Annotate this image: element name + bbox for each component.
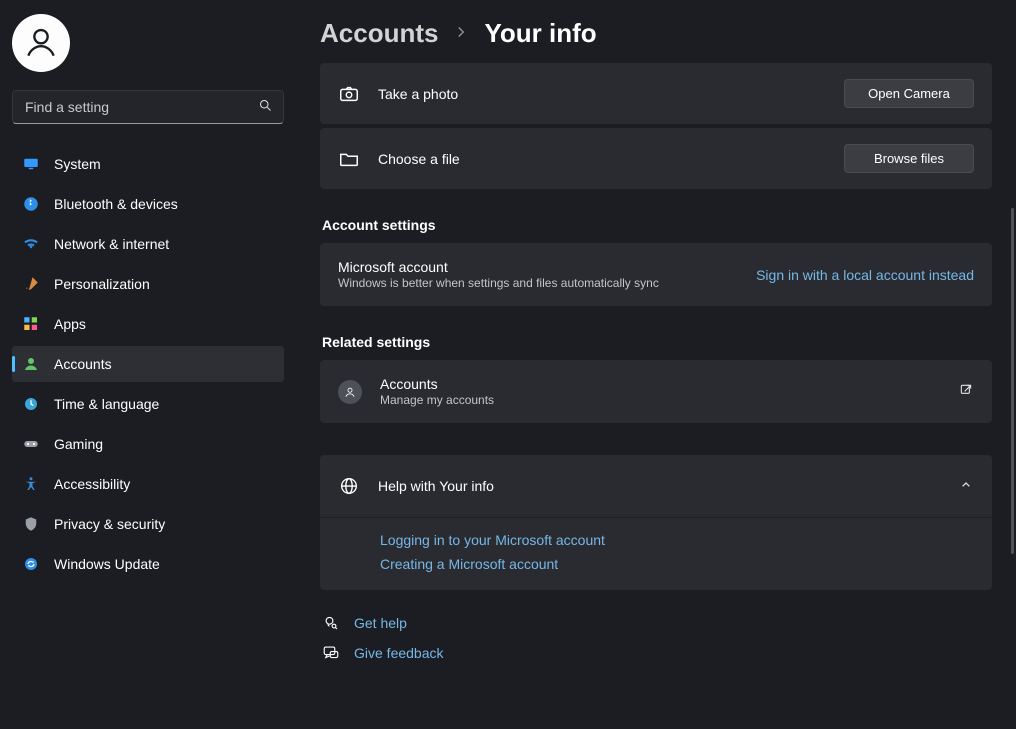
gamepad-icon [22, 435, 40, 453]
choose-file-card: Choose a file Browse files [320, 128, 992, 189]
microsoft-account-card: Microsoft account Windows is better when… [320, 243, 992, 306]
ms-account-title: Microsoft account [338, 259, 738, 275]
sidebar-item-label: Bluetooth & devices [54, 196, 178, 212]
sidebar-item-system[interactable]: System [12, 146, 284, 182]
sidebar-item-accounts[interactable]: Accounts [12, 346, 284, 382]
give-feedback-link[interactable]: Give feedback [320, 642, 992, 664]
help-panel-header[interactable]: Help with Your info [320, 455, 992, 517]
globe-icon [338, 475, 360, 497]
camera-icon [338, 83, 360, 105]
sidebar-item-label: System [54, 156, 101, 172]
accessibility-icon [22, 475, 40, 493]
sidebar-item-label: Windows Update [54, 556, 160, 572]
give-feedback-label: Give feedback [354, 645, 444, 661]
breadcrumb: Accounts Your info [320, 18, 992, 49]
search-icon [258, 98, 273, 116]
related-settings-heading: Related settings [322, 334, 992, 350]
help-link-login-ms[interactable]: Logging in to your Microsoft account [380, 532, 974, 548]
clock-icon [22, 395, 40, 413]
monitor-icon [22, 155, 40, 173]
bluetooth-icon [22, 195, 40, 213]
help-panel: Help with Your info Logging in to your M… [320, 455, 992, 590]
sidebar: System Bluetooth & devices Network & int… [0, 0, 296, 729]
help-icon [322, 614, 340, 632]
avatar[interactable] [12, 14, 70, 72]
help-panel-title: Help with Your info [378, 478, 940, 494]
sidebar-item-bluetooth[interactable]: Bluetooth & devices [12, 186, 284, 222]
apps-icon [22, 315, 40, 333]
main-content: Accounts Your info Take a photo Open Cam… [296, 0, 1016, 729]
external-link-icon [958, 382, 974, 401]
sign-in-local-link[interactable]: Sign in with a local account instead [756, 267, 974, 283]
search-input[interactable] [23, 98, 258, 116]
sidebar-item-accessibility[interactable]: Accessibility [12, 466, 284, 502]
sidebar-item-personalization[interactable]: Personalization [12, 266, 284, 302]
chevron-up-icon [958, 477, 974, 496]
sidebar-item-label: Time & language [54, 396, 159, 412]
sidebar-item-label: Personalization [54, 276, 150, 292]
take-photo-label: Take a photo [378, 86, 826, 102]
search-box[interactable] [12, 90, 284, 124]
sidebar-nav: System Bluetooth & devices Network & int… [12, 146, 284, 582]
sidebar-item-privacy[interactable]: Privacy & security [12, 506, 284, 542]
help-links: Logging in to your Microsoft account Cre… [320, 517, 992, 590]
feedback-icon [322, 644, 340, 662]
sidebar-item-apps[interactable]: Apps [12, 306, 284, 342]
breadcrumb-current: Your info [484, 18, 596, 49]
scrollbar[interactable] [1011, 208, 1014, 554]
wifi-icon [22, 235, 40, 253]
refresh-icon [22, 555, 40, 573]
sidebar-item-label: Apps [54, 316, 86, 332]
related-accounts-subtitle: Manage my accounts [380, 393, 940, 407]
sidebar-item-time-language[interactable]: Time & language [12, 386, 284, 422]
person-icon [22, 355, 40, 373]
sidebar-item-label: Network & internet [54, 236, 169, 252]
sidebar-item-gaming[interactable]: Gaming [12, 426, 284, 462]
shield-icon [22, 515, 40, 533]
get-help-label: Get help [354, 615, 407, 631]
open-camera-button[interactable]: Open Camera [844, 79, 974, 108]
account-settings-heading: Account settings [322, 217, 992, 233]
breadcrumb-parent[interactable]: Accounts [320, 18, 438, 49]
ms-account-subtitle: Windows is better when settings and file… [338, 276, 738, 290]
brush-icon [22, 275, 40, 293]
help-link-create-ms[interactable]: Creating a Microsoft account [380, 556, 974, 572]
take-photo-card: Take a photo Open Camera [320, 63, 992, 124]
sidebar-item-label: Gaming [54, 436, 103, 452]
sidebar-item-label: Accessibility [54, 476, 130, 492]
sidebar-item-update[interactable]: Windows Update [12, 546, 284, 582]
choose-file-label: Choose a file [378, 151, 826, 167]
sidebar-item-label: Privacy & security [54, 516, 165, 532]
footer-links: Get help Give feedback [320, 612, 992, 664]
chevron-right-icon [452, 23, 470, 44]
folder-icon [338, 148, 360, 170]
user-icon [22, 24, 60, 62]
related-accounts-card[interactable]: Accounts Manage my accounts [320, 360, 992, 423]
related-accounts-title: Accounts [380, 376, 940, 392]
sidebar-item-label: Accounts [54, 356, 112, 372]
get-help-link[interactable]: Get help [320, 612, 992, 634]
browse-files-button[interactable]: Browse files [844, 144, 974, 173]
sidebar-item-network[interactable]: Network & internet [12, 226, 284, 262]
person-circle-icon [338, 380, 362, 404]
